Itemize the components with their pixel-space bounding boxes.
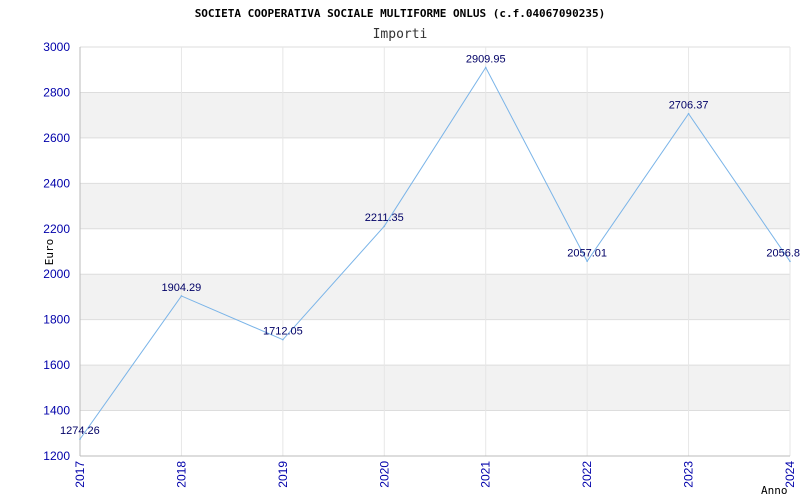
data-point xyxy=(79,438,81,440)
y-tick-label: 2200 xyxy=(43,222,70,236)
x-tick-label: 2018 xyxy=(174,461,188,488)
data-point xyxy=(789,260,791,263)
y-tick-label: 2400 xyxy=(43,176,70,190)
y-tick-label: 1800 xyxy=(43,313,70,327)
chart-title: SOCIETA COOPERATIVA SOCIALE MULTIFORME O… xyxy=(195,7,606,20)
data-label: 1712.05 xyxy=(263,326,303,338)
x-axis-title: Anno xyxy=(761,484,788,497)
y-axis-title: Euro xyxy=(43,239,56,266)
chart-subtitle: Importi xyxy=(373,27,428,42)
y-tick-label: 1600 xyxy=(43,358,70,372)
x-tick-label: 2022 xyxy=(580,461,594,488)
data-point xyxy=(180,295,183,297)
x-tick-label: 2017 xyxy=(73,461,87,488)
line-chart: 1200 1400 1600 1800 2000 2200 2400 2600 2800 3000… xyxy=(43,7,800,497)
data-label: 2211.35 xyxy=(365,212,404,224)
data-point xyxy=(687,112,690,115)
data-label: 2056.8 xyxy=(766,247,800,259)
y-tick-label: 2600 xyxy=(43,131,70,145)
grid-band xyxy=(80,183,790,229)
data-point xyxy=(484,66,487,69)
grid-bands xyxy=(80,92,790,411)
data-label: 1274.26 xyxy=(60,425,100,437)
y-tick-label: 2800 xyxy=(43,85,70,99)
x-tick-label: 2019 xyxy=(276,461,290,488)
x-tick-label: 2020 xyxy=(377,461,391,488)
data-point xyxy=(383,225,386,227)
data-label: 1904.29 xyxy=(162,282,202,294)
grid-band xyxy=(80,365,790,411)
data-label: 2057.01 xyxy=(567,247,607,259)
y-tick-label: 2000 xyxy=(43,267,70,281)
y-tick-label: 1400 xyxy=(43,404,70,418)
x-tick-labels: 2017 2018 2019 2020 2021 2022 2023 2024 xyxy=(73,461,797,488)
x-tick-label: 2023 xyxy=(682,461,696,488)
y-tick-label: 1200 xyxy=(43,449,70,463)
data-label: 2909.95 xyxy=(466,53,506,65)
x-tick-label: 2021 xyxy=(479,461,493,488)
data-label: 2706.37 xyxy=(669,100,709,112)
y-tick-label: 3000 xyxy=(43,40,70,54)
data-point xyxy=(586,260,588,263)
data-point xyxy=(282,338,284,341)
